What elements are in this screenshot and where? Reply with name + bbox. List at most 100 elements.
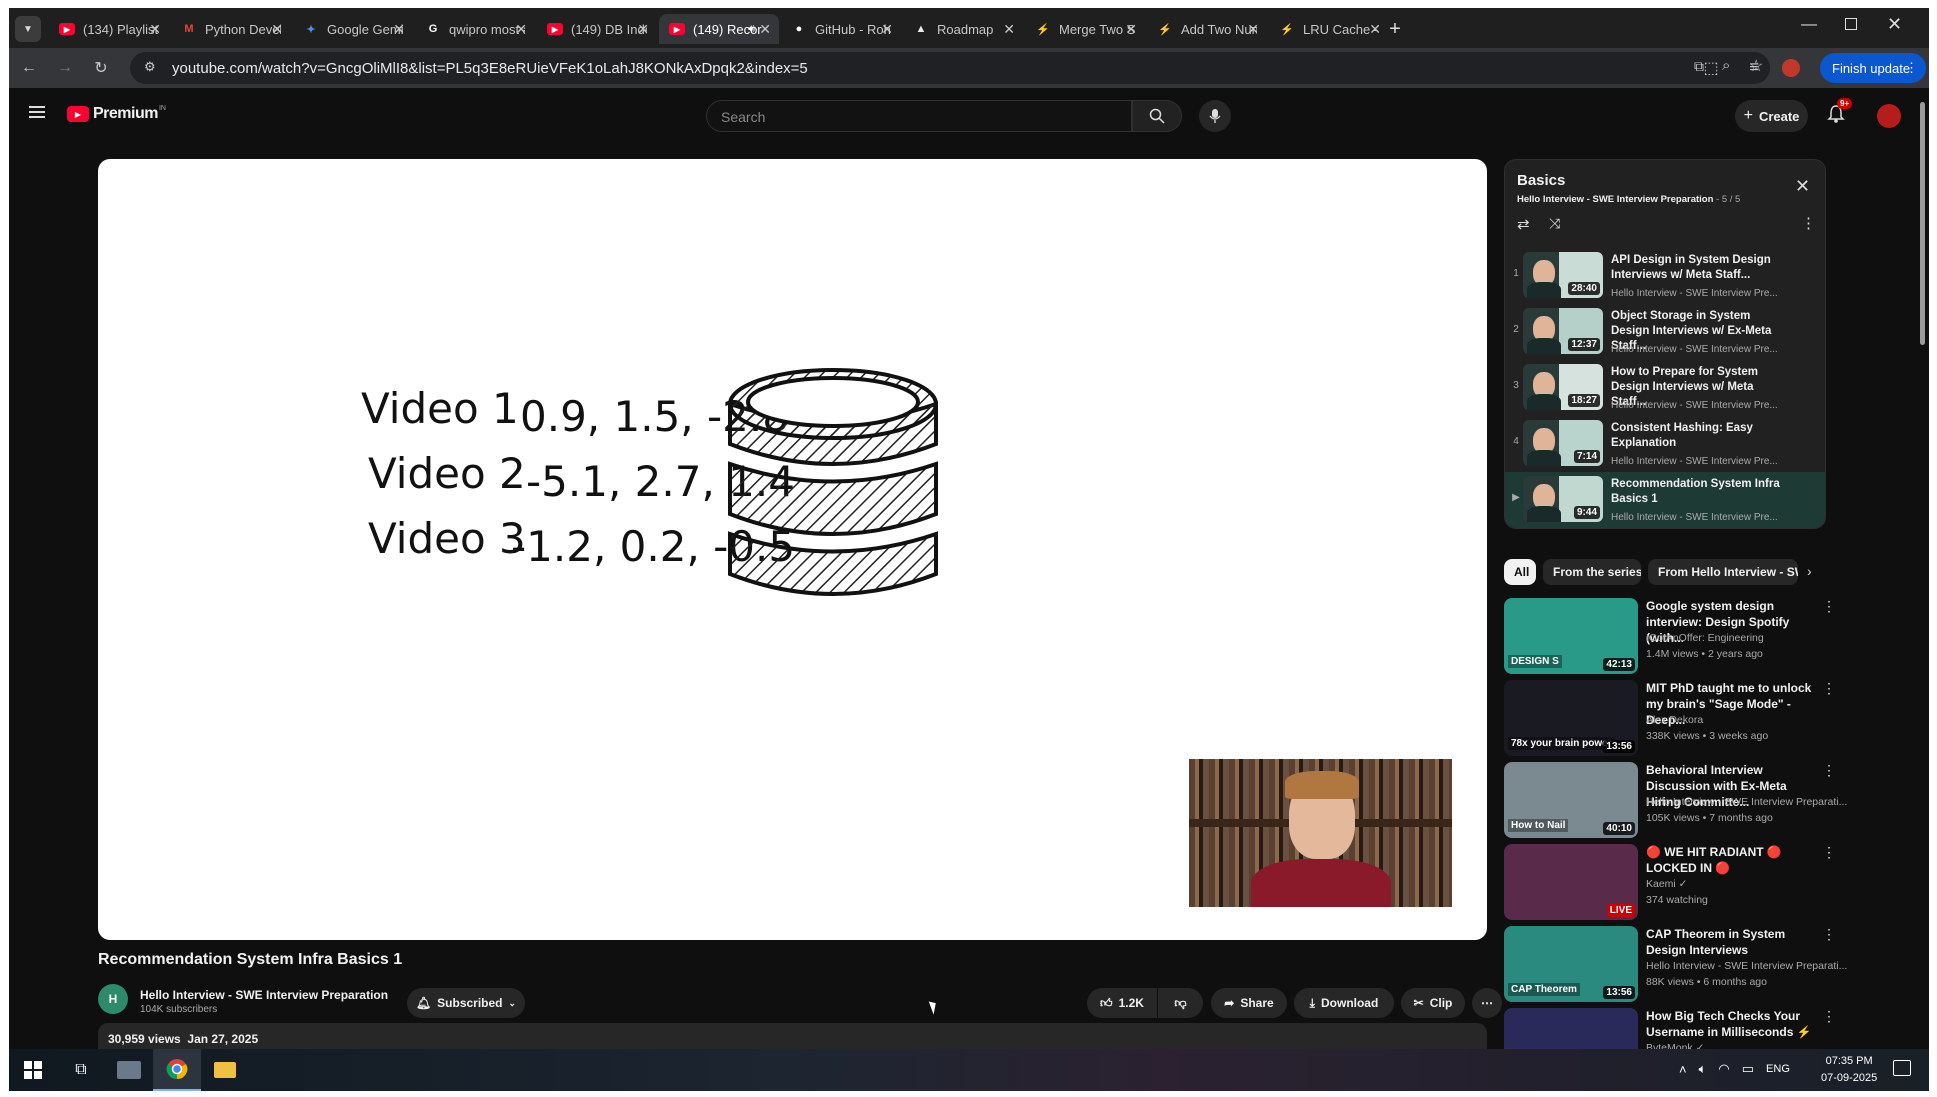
chevron-up-icon[interactable]: ˄ [1679,1062,1687,1077]
playlist-item-thumbnail[interactable]: 9:44 [1523,476,1603,522]
related-channel[interactable]: Alex Dekora [1646,714,1703,726]
close-tab-icon[interactable]: ✕ [149,21,161,38]
more-vert-icon[interactable]: ⋮ [1822,762,1836,779]
related-channel[interactable]: Hello Interview - SWE Interview Preparat… [1646,796,1847,808]
create-button[interactable]: + Create [1735,100,1808,132]
filter-chip[interactable]: From the series [1543,559,1641,585]
more-vert-icon[interactable]: ⋮ [1822,926,1836,943]
playlist-item[interactable]: 1 28:40 API Design in System Design Interv… [1505,248,1825,304]
playlist-item[interactable]: ▶ 9:44 Recommendation System Infra Basics … [1505,472,1825,528]
playlist-item-title[interactable]: API Design in System Design Interviews w… [1611,253,1791,283]
battery-icon[interactable]: ▭ [1742,1061,1754,1077]
channel-avatar[interactable]: H [98,984,128,1014]
tab-7[interactable]: ▲ Roadmap ✕ [903,14,1023,44]
dislike-button[interactable]: 👎︎ [1158,988,1203,1018]
related-thumbnail[interactable]: How to Nail 40:10 [1504,762,1638,838]
zoom-icon[interactable]: ⌕ [1722,57,1730,74]
close-tab-icon[interactable]: ✕ [393,21,405,38]
related-channel[interactable]: Kaemi ✓ [1646,878,1687,890]
forward-button[interactable]: → [53,56,77,80]
account-avatar[interactable] [1877,104,1901,128]
close-tab-icon[interactable]: ✕ [759,21,771,38]
address-bar[interactable]: ⚙ youtube.com/watch?v=GncgOliMlI8&list=P… [130,52,1770,84]
tab-6[interactable]: ● GitHub - Rohan✕ [781,14,901,44]
site-info-icon[interactable]: ⚙ [144,59,156,75]
playlist-item-thumbnail[interactable]: 18:27 [1523,364,1603,410]
close-tab-icon[interactable]: ✕ [881,21,893,38]
clip-button[interactable]: ✂ Clip [1401,988,1465,1018]
related-thumbnail[interactable]: 78x your brain power 13:56 [1504,680,1638,756]
close-tab-icon[interactable]: ✕ [1369,21,1381,38]
related-channel[interactable]: IGotAnOffer: Engineering [1646,632,1764,644]
related-video[interactable]: CAP Theorem 13:56 CAP Theorem in System De… [1504,926,1847,1004]
playlist-item-channel[interactable]: Hello Interview - SWE Interview Pre... [1611,456,1778,467]
playlist-item[interactable]: 4 7:14 Consistent Hashing: Easy Explanatio… [1505,416,1825,472]
playlist-more-button[interactable]: ⋮ [1801,214,1816,232]
search-button[interactable] [1132,100,1182,132]
download-button[interactable]: ⤓ Download [1294,988,1394,1018]
more-actions-button[interactable]: ⋯ [1472,988,1502,1018]
tab-9[interactable]: ⚡ Add Two Num ✕ [1147,14,1267,44]
taskbar-chrome[interactable] [153,1049,201,1091]
url-text[interactable]: youtube.com/watch?v=GncgOliMlI8&list=PL5… [172,60,808,77]
new-tab-button[interactable]: + [1382,16,1408,42]
taskbar-app-explorer-window[interactable] [105,1049,153,1091]
close-tab-icon[interactable]: ✕ [271,21,283,38]
tab-2[interactable]: ✦ Google Gemini✕ [293,14,413,44]
playlist-item[interactable]: 3 18:27 How to Prepare for System Design I… [1505,360,1825,416]
volume-icon[interactable]: 🔈︎ [1699,1061,1707,1077]
tab-8[interactable]: ⚡ Merge Two Sor✕ [1025,14,1145,44]
playlist-item-channel[interactable]: Hello Interview - SWE Interview Pre... [1611,512,1778,523]
task-view-button[interactable]: ⧉ [57,1049,105,1091]
close-tab-icon[interactable]: ✕ [637,21,649,38]
reload-button[interactable]: ↻ [89,56,113,80]
more-vert-icon[interactable]: ⋮ [1822,680,1836,697]
filter-chip[interactable]: From Hello Interview - SW [1648,559,1798,585]
tab-1[interactable]: M Python Develo✕ [171,14,291,44]
related-title[interactable]: CAP Theorem in System Design Interviews [1646,926,1814,958]
tab-search-button[interactable]: ▼ [15,16,41,42]
related-channel[interactable]: Hello Interview - SWE Interview Preparat… [1646,960,1847,972]
audio-playing-icon[interactable]: 🔊︎ [748,23,755,36]
like-button[interactable]: 👍︎ 1.2K [1087,988,1157,1018]
subscribed-button[interactable]: 🔔︎ Subscribed ⌄ [407,988,525,1018]
related-video[interactable]: LIVE 🔴 WE HIT RADIANT 🔴 LOCKED IN 🔴 Kaemi … [1504,844,1836,922]
back-button[interactable]: ← [17,56,41,80]
finish-update-button[interactable]: Finish update ⋮ [1820,53,1926,83]
playlist-item-channel[interactable]: Hello Interview - SWE Interview Pre... [1611,400,1778,411]
menu-hamburger-icon[interactable] [29,106,45,118]
close-tab-icon[interactable]: ✕ [1125,21,1137,38]
more-vert-icon[interactable]: ⋮ [1822,844,1836,861]
chips-next-button[interactable]: › [1807,563,1812,579]
close-tab-icon[interactable]: ✕ [1003,21,1015,38]
filter-chip[interactable]: All [1504,559,1536,585]
media-control-icon[interactable]: ≡ [1742,56,1766,80]
minimize-button[interactable]: — [1801,16,1817,34]
related-thumbnail[interactable]: LIVE [1504,844,1638,920]
playlist-item-title[interactable]: Consistent Hashing: Easy Explanation [1611,421,1791,451]
related-thumbnail[interactable]: CAP Theorem 13:56 [1504,926,1638,1002]
profile-avatar[interactable] [1779,56,1803,80]
playlist-item-channel[interactable]: Hello Interview - SWE Interview Pre... [1611,344,1778,355]
related-video[interactable]: 78x your brain power 13:56 MIT PhD taught … [1504,680,1836,758]
tab-10[interactable]: ⚡ LRU Cache - Le✕ [1269,14,1389,44]
related-video[interactable]: How to Nail 40:10 Behavioral Interview Dis… [1504,762,1847,840]
notification-center-button[interactable] [1893,1060,1911,1076]
playlist-item-thumbnail[interactable]: 7:14 [1523,420,1603,466]
related-thumbnail[interactable]: DESIGN S 42:13 [1504,598,1638,674]
tab-3[interactable]: Gqwipro most a ✕ [415,14,535,44]
related-video[interactable]: DESIGN S 42:13 Google system design interv… [1504,598,1836,676]
more-vert-icon[interactable]: ⋮ [1822,598,1836,615]
restore-button[interactable] [1845,18,1857,30]
loop-button[interactable]: ⇄ [1517,215,1530,233]
playlist-item-thumbnail[interactable]: 28:40 [1523,252,1603,298]
wifi-icon[interactable]: ◠ [1718,1061,1729,1077]
playlist-item-thumbnail[interactable]: 12:37 [1523,308,1603,354]
playlist-title[interactable]: Basics [1517,172,1565,189]
page-scrollbar[interactable] [1917,90,1927,1048]
tab-5[interactable]: ▶ (149) Recor 🔊︎ ✕ [659,14,779,44]
related-title[interactable]: 🔴 WE HIT RADIANT 🔴 LOCKED IN 🔴 [1646,844,1814,876]
start-button[interactable] [9,1049,57,1091]
language-indicator[interactable]: ENG [1766,1063,1790,1075]
video-player[interactable]: Video 1 0.9, 1.5, -2.8 Video 2 -5.1, 2.7, 1… [98,159,1487,940]
